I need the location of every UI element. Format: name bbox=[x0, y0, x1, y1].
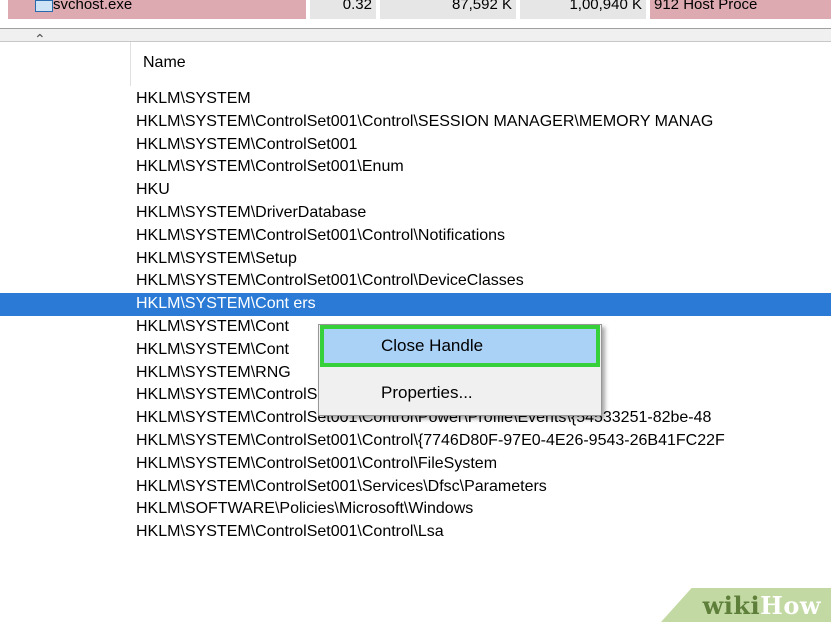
name-column-label: Name bbox=[143, 54, 186, 71]
handle-row[interactable]: HKLM\SYSTEM\ControlSet001\Control\{7746D… bbox=[0, 430, 831, 453]
handle-row[interactable]: HKLM\SYSTEM\ControlSet001\Enum bbox=[0, 156, 831, 179]
handle-name: HKLM\SYSTEM\ControlSet001\Control\Notifi… bbox=[136, 226, 506, 244]
handle-name: HKLM\SYSTEM\RNG bbox=[136, 363, 291, 381]
handles-list: HKLM\SYSTEM HKLM\SYSTEM\ControlSet001\Con… bbox=[0, 88, 831, 544]
process-name-cell[interactable]: svchost.exe bbox=[8, 0, 306, 19]
handle-row-selected[interactable]: HKLM\SYSTEM\Cont ers bbox=[0, 293, 831, 316]
handle-row[interactable]: HKLM\SYSTEM\DriverDatabase bbox=[0, 202, 831, 225]
handle-name: HKLM\SYSTEM\Cont bbox=[136, 340, 289, 358]
handle-row[interactable]: HKLM\SYSTEM bbox=[0, 88, 831, 111]
handle-name: HKLM\SYSTEM\ControlSet001\Control\SESSIO… bbox=[136, 112, 714, 130]
handle-row[interactable]: HKLM\SOFTWARE\Policies\Microsoft\Windows bbox=[0, 498, 831, 521]
handle-row[interactable]: HKLM\SYSTEM\ControlSet001\Control\FileSy… bbox=[0, 453, 831, 476]
handle-name: HKLM\SYSTEM\ControlSet001\Control\{7746D… bbox=[136, 431, 725, 449]
handle-name: HKLM\SYSTEM\ControlSet001\Enum bbox=[136, 158, 404, 176]
close-handle-menu-item[interactable]: Close Handle bbox=[320, 325, 600, 367]
handle-name: HKLM\SYSTEM\ControlSet001 bbox=[136, 135, 358, 153]
process-working-set: 1,00,940 K bbox=[520, 0, 646, 19]
handle-name: HKLM\SYSTEM\Setup bbox=[136, 249, 297, 267]
process-name: svchost.exe bbox=[53, 0, 133, 13]
handle-name: HKLM\SYSTEM\DriverDatabase bbox=[136, 203, 367, 221]
process-row[interactable]: svchost.exe 0.32 87,592 K 1,00,940 K 912… bbox=[0, 0, 831, 28]
handle-row[interactable]: HKLM\SYSTEM\ControlSet001\Control\Notifi… bbox=[0, 225, 831, 248]
handle-name: HKLM\SYSTEM bbox=[136, 90, 251, 107]
context-menu: Close Handle Properties... bbox=[318, 324, 602, 416]
process-window-icon bbox=[35, 0, 53, 12]
handle-row[interactable]: HKLM\SYSTEM\ControlSet001\Control\Device… bbox=[0, 270, 831, 293]
process-private-bytes: 87,592 K bbox=[380, 0, 516, 19]
handle-row[interactable]: HKLM\SYSTEM\ControlSet001\Control\Lsa bbox=[0, 521, 831, 544]
handle-name: HKLM\SYSTEM\ControlSet001\Control\Device… bbox=[136, 272, 524, 290]
handle-name: HKU bbox=[136, 181, 170, 199]
process-cpu: 0.32 bbox=[310, 0, 376, 19]
handle-row[interactable]: HKU bbox=[0, 179, 831, 202]
handle-name: HKLM\SYSTEM\ControlSet001\Control\FileSy… bbox=[136, 454, 498, 472]
handle-row[interactable]: HKLM\SYSTEM\ControlSet001 bbox=[0, 134, 831, 157]
properties-menu-item[interactable]: Properties... bbox=[323, 375, 597, 411]
handle-row[interactable]: HKLM\SYSTEM\Setup bbox=[0, 248, 831, 271]
handle-name: HKLM\SYSTEM\Cont bbox=[136, 317, 289, 335]
handle-name: HKLM\SYSTEM\ControlSet001\Control\Lsa bbox=[136, 523, 444, 541]
watermark-logo: wikiHow bbox=[702, 591, 821, 620]
pane-splitter[interactable] bbox=[0, 28, 831, 42]
handle-name: HKLM\SOFTWARE\Policies\Microsoft\Windows bbox=[136, 500, 474, 518]
handle-name: HKLM\SYSTEM\ControlSet001\Services\Dfsc\… bbox=[136, 477, 547, 495]
process-pid-description: 912 Host Proce bbox=[650, 0, 831, 19]
handle-name: HKLM\SYSTEM\Cont ers bbox=[136, 295, 316, 313]
handle-row[interactable]: HKLM\SYSTEM\ControlSet001\Control\SESSIO… bbox=[0, 111, 831, 134]
handle-row[interactable]: HKLM\SYSTEM\ControlSet001\Services\Dfsc\… bbox=[0, 476, 831, 499]
name-column-header[interactable]: Name bbox=[130, 42, 831, 86]
